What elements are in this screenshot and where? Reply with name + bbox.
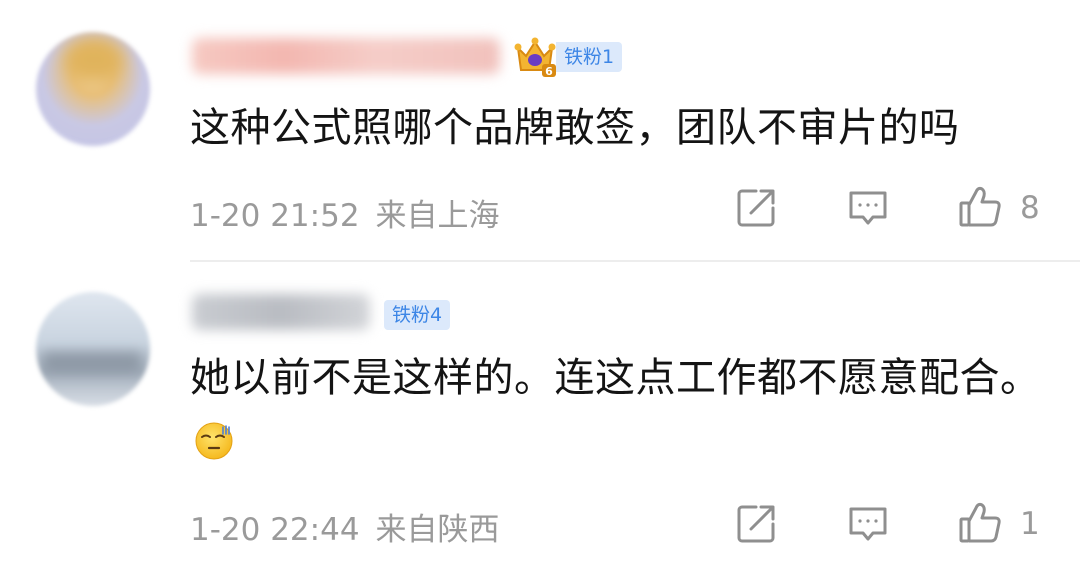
- fan-badge[interactable]: 铁粉1: [556, 42, 623, 72]
- fan-badge[interactable]: 铁粉4: [384, 300, 451, 330]
- like-count: 1: [1020, 506, 1040, 542]
- comment-location: 来自上海: [375, 198, 500, 234]
- username-blurred[interactable]: [192, 38, 500, 74]
- comment-time: 1-20 21:52: [190, 198, 360, 234]
- like-count: 8: [1020, 190, 1040, 226]
- user-avatar[interactable]: [36, 32, 150, 146]
- speechless-face-emoji-icon: [195, 422, 233, 460]
- crown-level-badge-icon: 6: [514, 37, 556, 78]
- comment-location: 来自陕西: [375, 512, 500, 548]
- svg-text:6: 6: [545, 65, 553, 78]
- comment-item: 6 铁粉1 这种公式照哪个品牌敢签，团队不审片的吗 1-20 21:52 来自上海…: [0, 0, 1080, 262]
- comment-text-content: 她以前不是这样的。连这点工作都不愿意配合。: [190, 355, 1041, 401]
- like-icon[interactable]: [958, 184, 1002, 228]
- comment-time: 1-20 22:44: [190, 512, 360, 548]
- comment-item: 铁粉4 她以前不是这样的。连这点工作都不愿意配合。 1-20 22:44 来自陕西: [0, 262, 1080, 566]
- reply-icon[interactable]: [846, 186, 890, 230]
- reply-icon[interactable]: [846, 502, 890, 546]
- comment-text: 她以前不是这样的。连这点工作都不愿意配合。: [190, 346, 1050, 474]
- comment-text: 这种公式照哪个品牌敢签，团队不审片的吗: [190, 105, 960, 151]
- username-blurred[interactable]: [192, 294, 370, 330]
- like-icon[interactable]: [958, 500, 1002, 544]
- share-icon[interactable]: [734, 186, 778, 230]
- comment-meta: 1-20 22:44 来自陕西: [190, 504, 500, 549]
- comment-meta: 1-20 21:52 来自上海: [190, 190, 500, 235]
- share-icon[interactable]: [734, 502, 778, 546]
- user-avatar[interactable]: [36, 292, 150, 406]
